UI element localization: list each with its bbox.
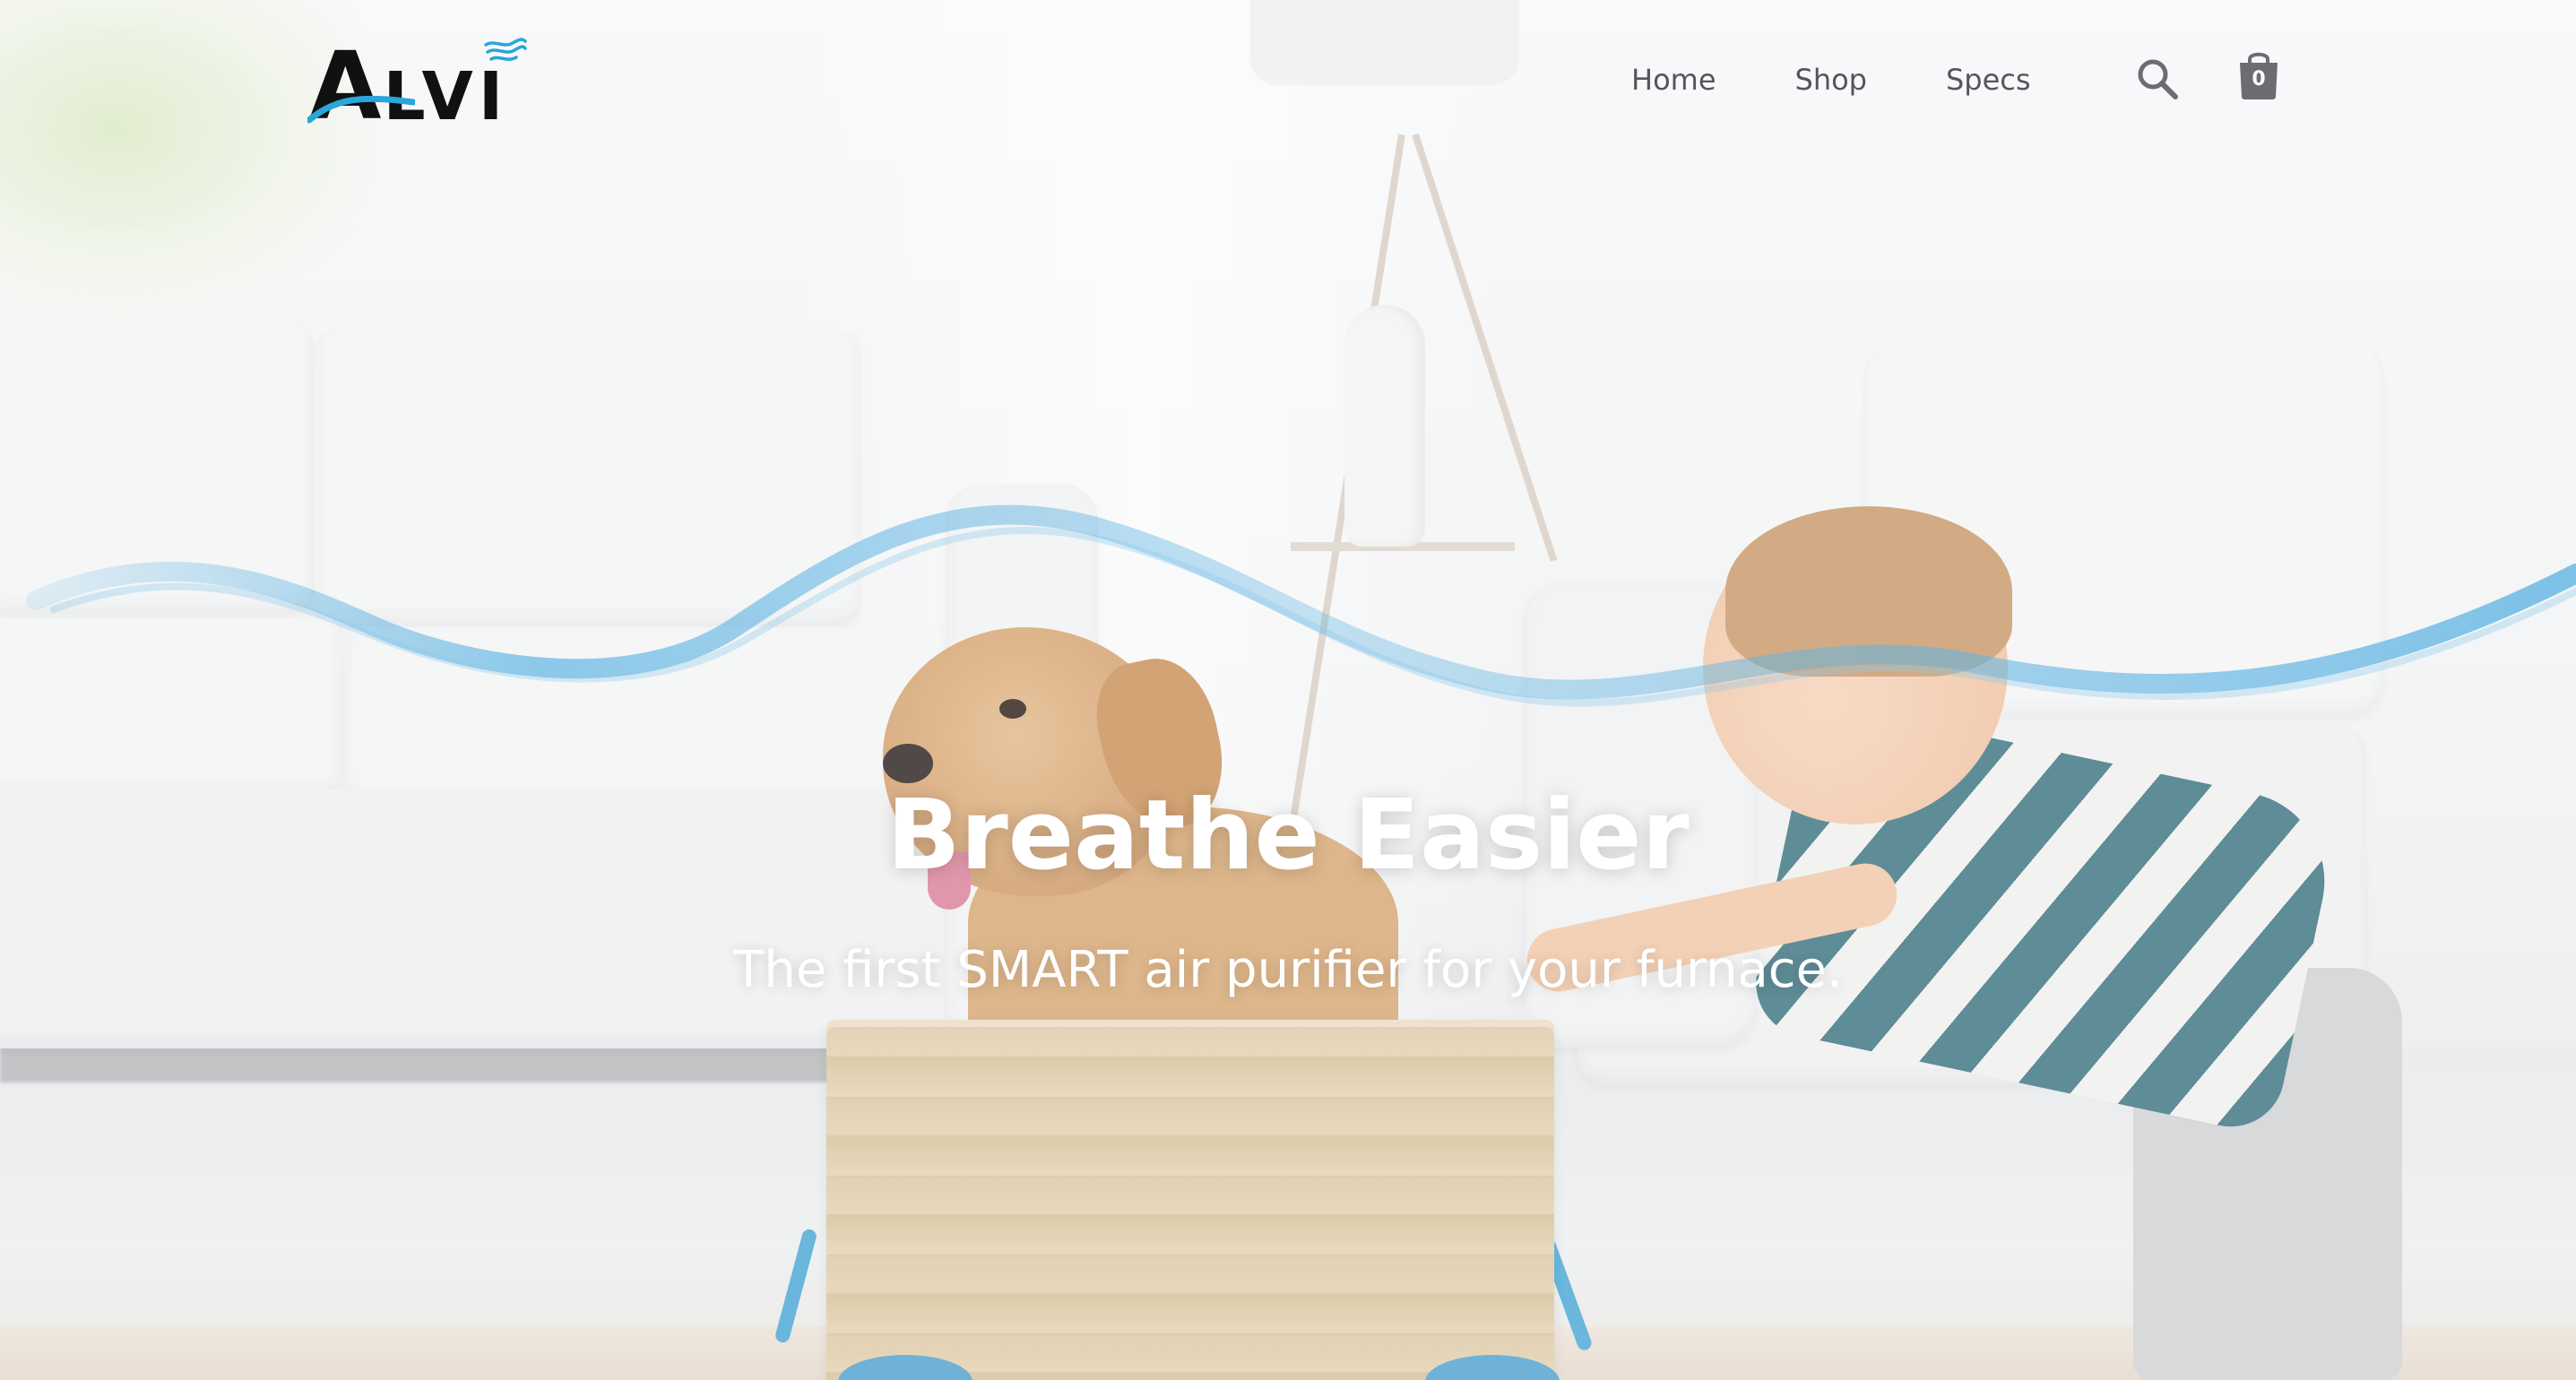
- nav-link-shop[interactable]: Shop: [1795, 63, 1867, 97]
- search-icon: [2138, 59, 2178, 99]
- cart-button[interactable]: 0: [2236, 48, 2281, 100]
- nav-link-specs[interactable]: Specs: [1946, 63, 2031, 97]
- hero-section: A LVI Home Shop Specs 0 Breathe Easier T…: [0, 0, 2576, 1380]
- nav-link-home[interactable]: Home: [1631, 63, 1716, 97]
- logo-swoosh: [307, 95, 415, 124]
- hero-subtitle: The first SMART air purifier for your fu…: [733, 941, 1843, 999]
- cart-count-badge: 0: [2252, 68, 2266, 91]
- logo-wave-icon: [484, 38, 527, 61]
- main-nav: Home Shop Specs: [1631, 63, 2031, 97]
- air-wave: [26, 505, 2576, 700]
- hero-background-image: [0, 0, 2576, 1380]
- site-header: A LVI Home Shop Specs 0: [0, 0, 2576, 161]
- search-button[interactable]: [2136, 57, 2179, 100]
- alvi-logo[interactable]: A LVI: [307, 34, 527, 133]
- hero-title: Breathe Easier: [886, 780, 1690, 892]
- air-flow-waves: [26, 505, 2576, 707]
